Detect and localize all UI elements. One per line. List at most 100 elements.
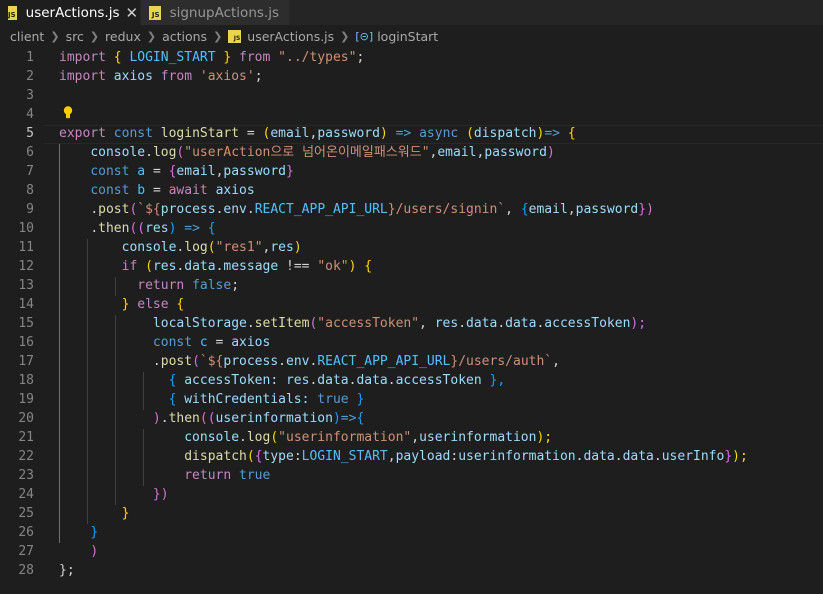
code-editor[interactable]: 1 2 3 4 5 6 7 8 9 10 11 12 13 14 15 16 1… <box>0 48 823 594</box>
code-token: (( <box>129 221 146 236</box>
code-line[interactable]: export const loginStart = (email,passwor… <box>0 124 823 143</box>
code-token: ( <box>192 354 200 369</box>
code-token: } <box>387 202 396 217</box>
js-file-icon: JS <box>8 5 17 20</box>
code-line[interactable]: .post(`${process.env.REACT_APP_API_URL}/… <box>0 200 823 219</box>
code-token: email <box>270 126 310 141</box>
code-token: ( <box>270 430 279 445</box>
code-line[interactable]: { withCredentials: true } <box>0 390 823 409</box>
code-line[interactable]: { accessToken: res.data.data.accessToken… <box>0 371 823 390</box>
code-token: env <box>223 202 247 217</box>
code-line[interactable]: if (res.data.message !== "ok") { <box>0 257 823 276</box>
close-icon[interactable]: ✕ <box>126 4 139 22</box>
code-token: => <box>184 221 200 236</box>
code-token: => <box>340 411 357 426</box>
code-line[interactable]: ) <box>0 542 823 561</box>
code-token: LOGIN_START <box>301 449 388 464</box>
code-line[interactable]: .then((res) => { <box>0 219 823 238</box>
code-line[interactable]: }; <box>0 561 823 580</box>
breadcrumb-item-redux[interactable]: redux <box>105 29 141 44</box>
breadcrumb-item-symbol[interactable]: loginStart <box>377 29 438 44</box>
code-line[interactable]: ).then((userinformation)=>{ <box>0 409 823 428</box>
breadcrumb-item-file[interactable]: userActions.js <box>247 29 334 44</box>
code-token: email <box>176 164 216 179</box>
tab-userActions[interactable]: JS userActions.js ✕ <box>0 0 140 25</box>
code-token: accessToken <box>184 373 271 388</box>
code-token: b <box>137 183 146 198</box>
code-line[interactable]: dispatch({type:LOGIN_START,payload:useri… <box>0 447 823 466</box>
code-token: : <box>270 373 279 388</box>
tab-signupActions[interactable]: JS signupActions.js <box>140 0 289 25</box>
code-token: true <box>317 392 349 407</box>
code-token: } <box>121 297 130 312</box>
code-token: . <box>387 373 396 388</box>
code-token: ; <box>231 278 240 293</box>
js-file-icon: JS <box>228 30 242 43</box>
code-token: REACT_APP_API_URL <box>254 202 388 217</box>
code-token: true <box>239 468 271 483</box>
code-line[interactable]: } else { <box>0 295 823 314</box>
code-token: else <box>137 297 169 312</box>
code-token: then <box>168 411 200 426</box>
code-line[interactable]: console.log("userinformation",userinform… <box>0 428 823 447</box>
code-token: userinformation <box>419 430 537 445</box>
line-number: 3 <box>26 88 34 103</box>
code-token: post <box>98 202 130 217</box>
code-token: : <box>293 449 302 464</box>
code-token: . <box>246 202 255 217</box>
code-line[interactable]: console.log("res1",res) <box>0 238 823 257</box>
code-token: log <box>152 145 177 160</box>
js-file-icon: JS <box>149 5 161 20</box>
code-token: ); <box>536 430 553 445</box>
code-line[interactable]: return true <box>0 466 823 485</box>
code-token: post <box>160 354 193 369</box>
code-token: ; <box>254 69 263 84</box>
code-token: }) <box>152 487 169 502</box>
code-line[interactable]: return false; <box>0 276 823 295</box>
code-token: REACT_APP_API_URL <box>317 354 451 369</box>
code-token: } <box>121 506 130 521</box>
code-token: { <box>254 449 263 464</box>
code-token: { <box>113 50 122 65</box>
code-line[interactable]: } <box>0 523 823 542</box>
code-token: ); <box>732 449 748 464</box>
code-token: = <box>152 164 161 179</box>
code-token: false <box>192 278 232 293</box>
code-token: then <box>98 221 130 236</box>
code-line[interactable]: const c = axios <box>0 333 823 352</box>
code-line[interactable]: const a = {email,password} <box>0 162 823 181</box>
code-token: !== <box>286 259 310 274</box>
code-line[interactable]: .post(`${process.env.REACT_APP_API_URL}/… <box>0 352 823 371</box>
code-token: ) <box>293 240 302 255</box>
line-number-row: 3 <box>0 86 823 105</box>
code-token: ); <box>630 316 647 331</box>
code-line[interactable]: }) <box>0 485 823 504</box>
tab-bar: JS userActions.js ✕ JS signupActions.js <box>0 0 823 25</box>
code-token: password <box>317 126 380 141</box>
code-token: ) <box>332 411 341 426</box>
code-token: . <box>239 430 247 445</box>
breadcrumb-item-actions[interactable]: actions <box>162 29 207 44</box>
code-token: data <box>184 259 216 274</box>
code-token: /users/signin` <box>395 202 506 217</box>
line-number-row: 4 <box>0 105 823 124</box>
code-token: env <box>286 354 310 369</box>
breadcrumb-item-client[interactable]: client <box>10 29 44 44</box>
code-token: }, <box>489 373 506 388</box>
code-token: LOGIN_START <box>129 50 216 65</box>
code-token: . <box>497 316 506 331</box>
code-token: { <box>356 411 365 426</box>
code-token: , <box>552 354 560 369</box>
code-line[interactable]: import axios from 'axios'; <box>0 67 823 86</box>
code-token: log <box>246 430 271 445</box>
code-line[interactable]: const b = await axios <box>0 181 823 200</box>
code-line[interactable]: import { LOGIN_START } from "../types"; <box>0 48 823 67</box>
breadcrumb-item-src[interactable]: src <box>66 29 84 44</box>
code-token: res <box>152 259 177 274</box>
code-token: res <box>270 240 294 255</box>
code-token: . <box>152 354 161 369</box>
code-token: "userAction으로 넘어온이메일패스워드" <box>184 145 430 160</box>
code-line[interactable]: localStorage.setItem("accessToken", res.… <box>0 314 823 333</box>
code-line[interactable]: console.log("userAction으로 넘어온이메일패스워드",em… <box>0 143 823 162</box>
code-line[interactable]: } <box>0 504 823 523</box>
